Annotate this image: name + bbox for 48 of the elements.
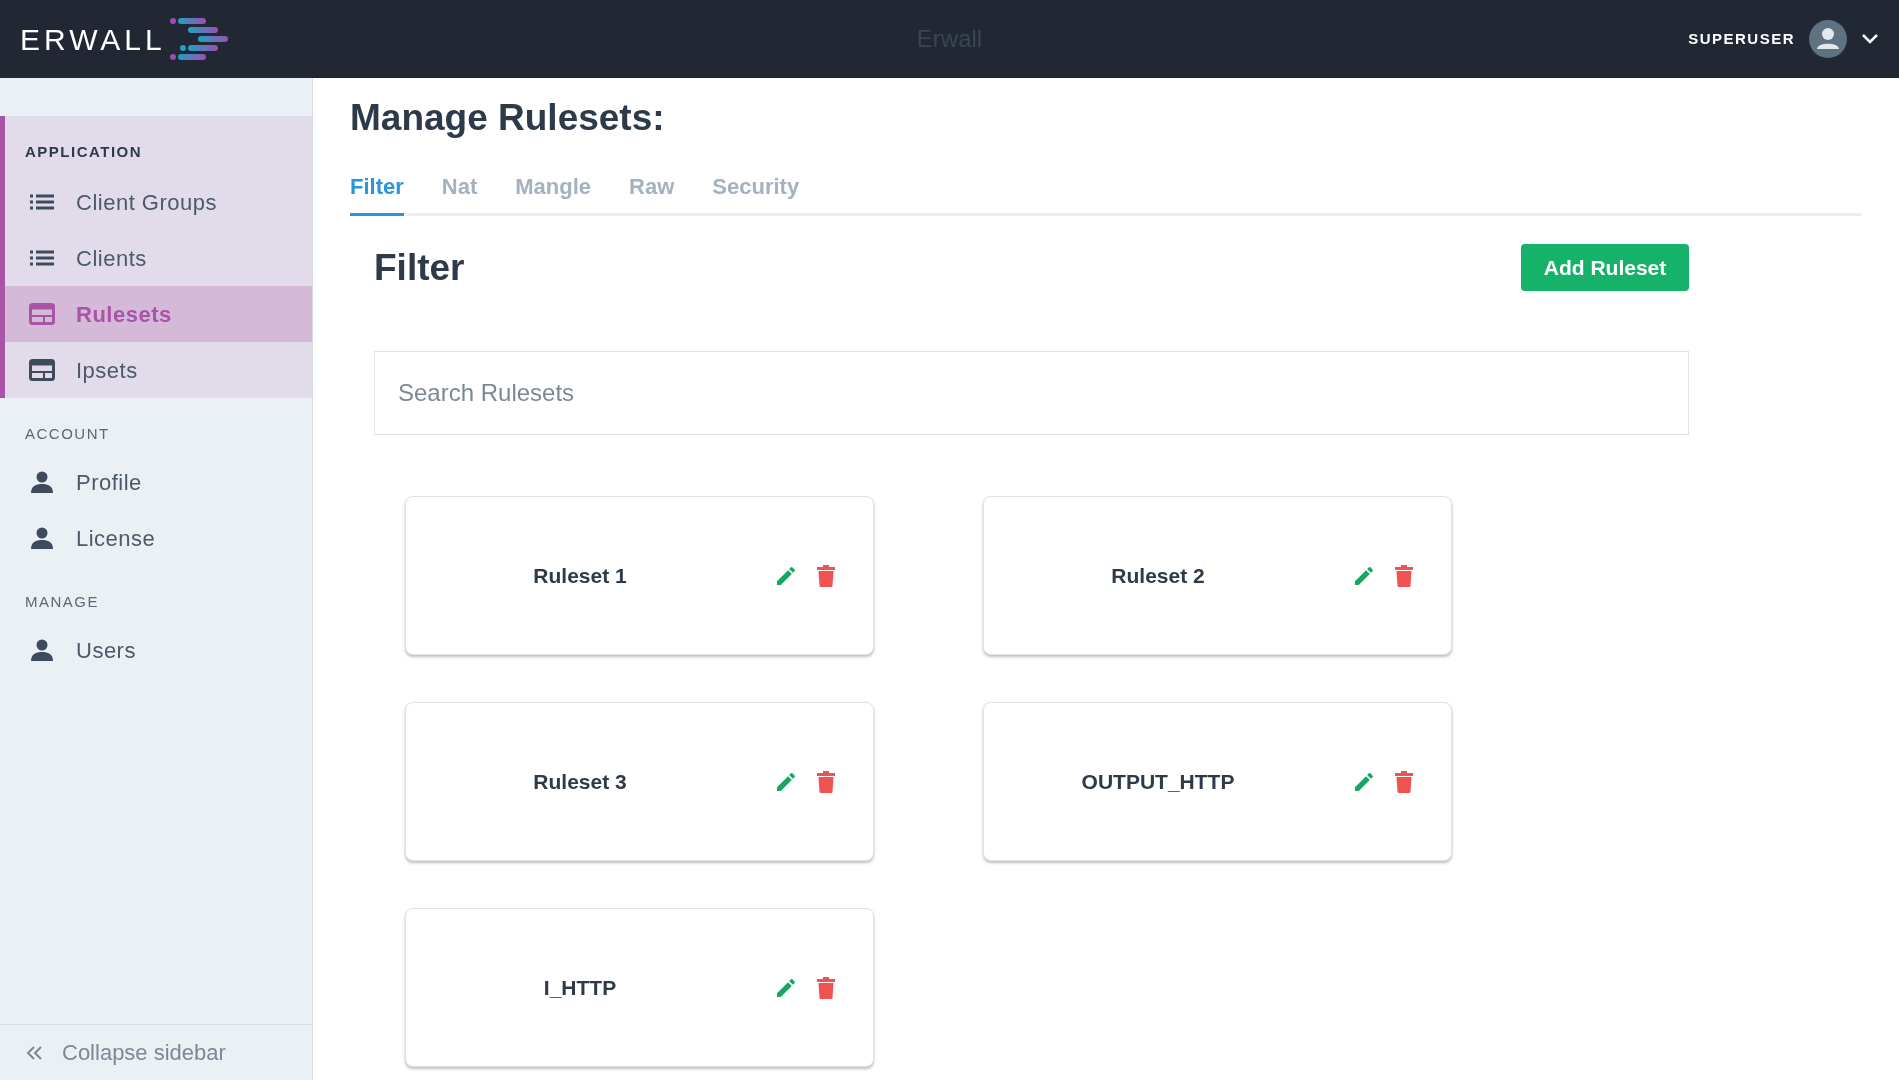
- person-icon: [31, 639, 53, 661]
- person-icon: [31, 527, 53, 549]
- search-field[interactable]: Search Rulesets: [374, 351, 1689, 435]
- trash-icon: [817, 564, 835, 587]
- delete-button[interactable]: [817, 976, 835, 999]
- logo-icon: [169, 18, 228, 60]
- double-chevron-left-icon: [26, 1044, 44, 1061]
- delete-button[interactable]: [817, 770, 835, 793]
- tab[interactable]: Filter: [350, 169, 404, 216]
- section-title: APPLICATION: [25, 143, 143, 160]
- ruleset-card[interactable]: Ruleset 3: [405, 702, 874, 861]
- delete-button[interactable]: [1395, 564, 1413, 587]
- sidebar-item[interactable]: Users: [5, 622, 312, 678]
- list-icon: [30, 250, 54, 266]
- person-icon: [31, 471, 53, 493]
- section-title: ACCOUNT: [25, 425, 110, 442]
- section-title: MANAGE: [25, 593, 99, 610]
- sidebar-item[interactable]: Clients: [5, 230, 312, 286]
- trash-icon: [817, 976, 835, 999]
- add-ruleset-button[interactable]: Add Ruleset: [1521, 243, 1689, 291]
- user-name: SUPERUSER: [1688, 28, 1795, 49]
- chevron-down-icon[interactable]: [1861, 33, 1879, 45]
- ruleset-card[interactable]: I_HTTP: [405, 908, 874, 1067]
- avatar-icon[interactable]: [1809, 20, 1847, 58]
- ruleset-name: OUTPUT_HTTP: [1081, 768, 1235, 795]
- ruleset-name: Ruleset 1: [533, 562, 627, 589]
- list-icon: [30, 194, 54, 210]
- ruleset-name: Ruleset 3: [533, 768, 627, 795]
- trash-icon: [817, 770, 835, 793]
- logo-text: ERWALL: [20, 21, 166, 58]
- delete-button[interactable]: [1395, 770, 1413, 793]
- ruleset-card[interactable]: Ruleset 2: [983, 496, 1452, 655]
- ruleset-card[interactable]: OUTPUT_HTTP: [983, 702, 1452, 861]
- trash-icon: [1395, 564, 1413, 587]
- page-title: Manage Rulesets:: [350, 96, 666, 140]
- table-icon: [29, 303, 55, 325]
- sidebar-item[interactable]: Ipsets: [5, 342, 312, 398]
- ruleset-name: I_HTTP: [543, 974, 617, 1001]
- trash-icon: [1395, 770, 1413, 793]
- section-heading: Filter: [374, 245, 465, 290]
- sidebar-item[interactable]: License: [5, 510, 312, 566]
- sidebar-item[interactable]: Profile: [5, 454, 312, 510]
- collapse-sidebar-button[interactable]: Collapse sidebar: [0, 1024, 312, 1080]
- delete-button[interactable]: [817, 564, 835, 587]
- sidebar-item[interactable]: Client Groups: [5, 174, 312, 230]
- ruleset-name: Ruleset 2: [1111, 562, 1205, 589]
- table-icon: [29, 359, 55, 381]
- ruleset-card[interactable]: Ruleset 1: [405, 496, 874, 655]
